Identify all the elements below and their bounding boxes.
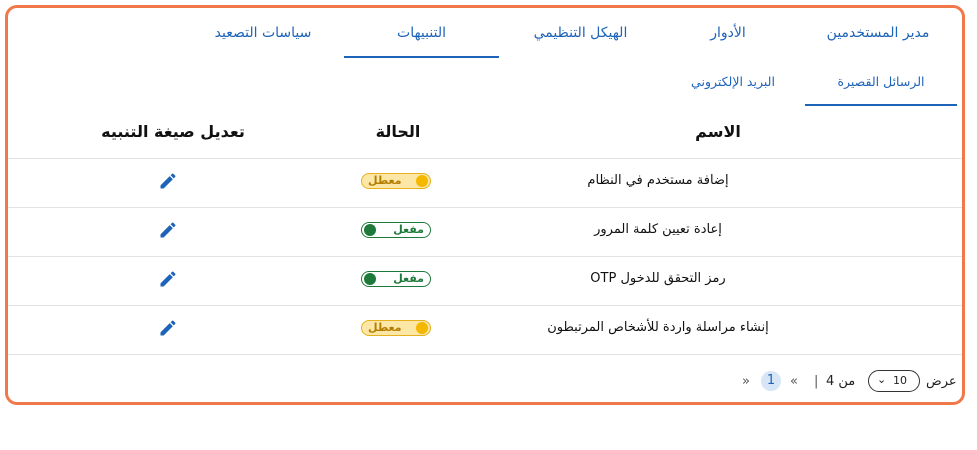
tab-sms[interactable]: الرسائل القصيرة [805,61,957,106]
table-row: إنشاء مراسلة واردة للأشخاص المرتبطون معط… [8,306,962,355]
notification-name: إعادة تعيين كلمة المرور [594,222,722,237]
pencil-icon [160,222,176,238]
channel-tabs: الرسائل القصيرة البريد الإلكتروني [8,61,962,106]
pencil-icon [160,173,176,189]
table-row: إضافة مستخدم في النظام معطل [8,159,962,208]
status-label: مفعل [393,223,424,236]
toggle-on: مفعل [361,271,431,287]
status-toggle[interactable]: مفعل [361,222,441,242]
divider: | [814,374,819,389]
column-edit-header: تعديل صيغة التنبيه [101,122,245,141]
toggle-knob [416,322,428,334]
toggle-on: مفعل [361,222,431,238]
pencil-icon [160,320,176,336]
toggle-knob [364,224,376,236]
notification-name: إضافة مستخدم في النظام [587,173,729,188]
toggle-knob [416,175,428,187]
edit-template-button[interactable] [158,220,188,244]
total-pages-label: من 4 [826,374,856,389]
table-header: الاسم الحالة تعديل صيغة التنبيه [8,108,962,159]
notifications-panel: مدير المستخدمين الأدوار الهيكل التنظيمي … [5,5,965,405]
notification-name: إنشاء مراسلة واردة للأشخاص المرتبطون [547,320,769,335]
tab-roles[interactable]: الأدوار [658,8,798,58]
edit-template-button[interactable] [158,269,188,293]
toggle-off: معطل [361,320,431,336]
status-toggle[interactable]: معطل [361,173,441,193]
tab-notifications[interactable]: التنبيهات [344,8,499,58]
column-name-header: الاسم [695,122,741,141]
table-row: إعادة تعيين كلمة المرور مفعل [8,208,962,257]
notification-name: OTP رمز التحقق للدخول [590,271,726,286]
chevron-down-icon: ⌄ [877,373,887,386]
status-label: معطل [368,174,402,187]
pagination: عرض 10 ⌄ من 4 | « 1 » [8,368,962,398]
next-page-button[interactable]: » [742,374,750,389]
tab-user-manager[interactable]: مدير المستخدمين [798,8,958,58]
edit-template-button[interactable] [158,171,188,195]
tab-email[interactable]: البريد الإلكتروني [663,61,803,106]
status-label: معطل [368,321,402,334]
edit-template-button[interactable] [158,318,188,342]
status-label: مفعل [393,272,424,285]
tab-org-structure[interactable]: الهيكل التنظيمي [503,8,658,58]
previous-page-button[interactable]: « [790,374,798,389]
toggle-knob [364,273,376,285]
pencil-icon [160,271,176,287]
toggle-off: معطل [361,173,431,189]
page-number-button[interactable]: 1 [761,371,781,391]
tab-escalation-policies[interactable]: سياسات التصعيد [188,8,338,58]
column-status-header: الحالة [375,122,421,141]
status-toggle[interactable]: معطل [361,320,441,340]
page-size-value: 10 [893,374,907,387]
show-label: عرض [926,374,957,389]
page-size-select[interactable]: 10 ⌄ [868,370,920,392]
table-row: OTP رمز التحقق للدخول مفعل [8,257,962,306]
main-tabs: مدير المستخدمين الأدوار الهيكل التنظيمي … [8,8,962,58]
status-toggle[interactable]: مفعل [361,271,441,291]
